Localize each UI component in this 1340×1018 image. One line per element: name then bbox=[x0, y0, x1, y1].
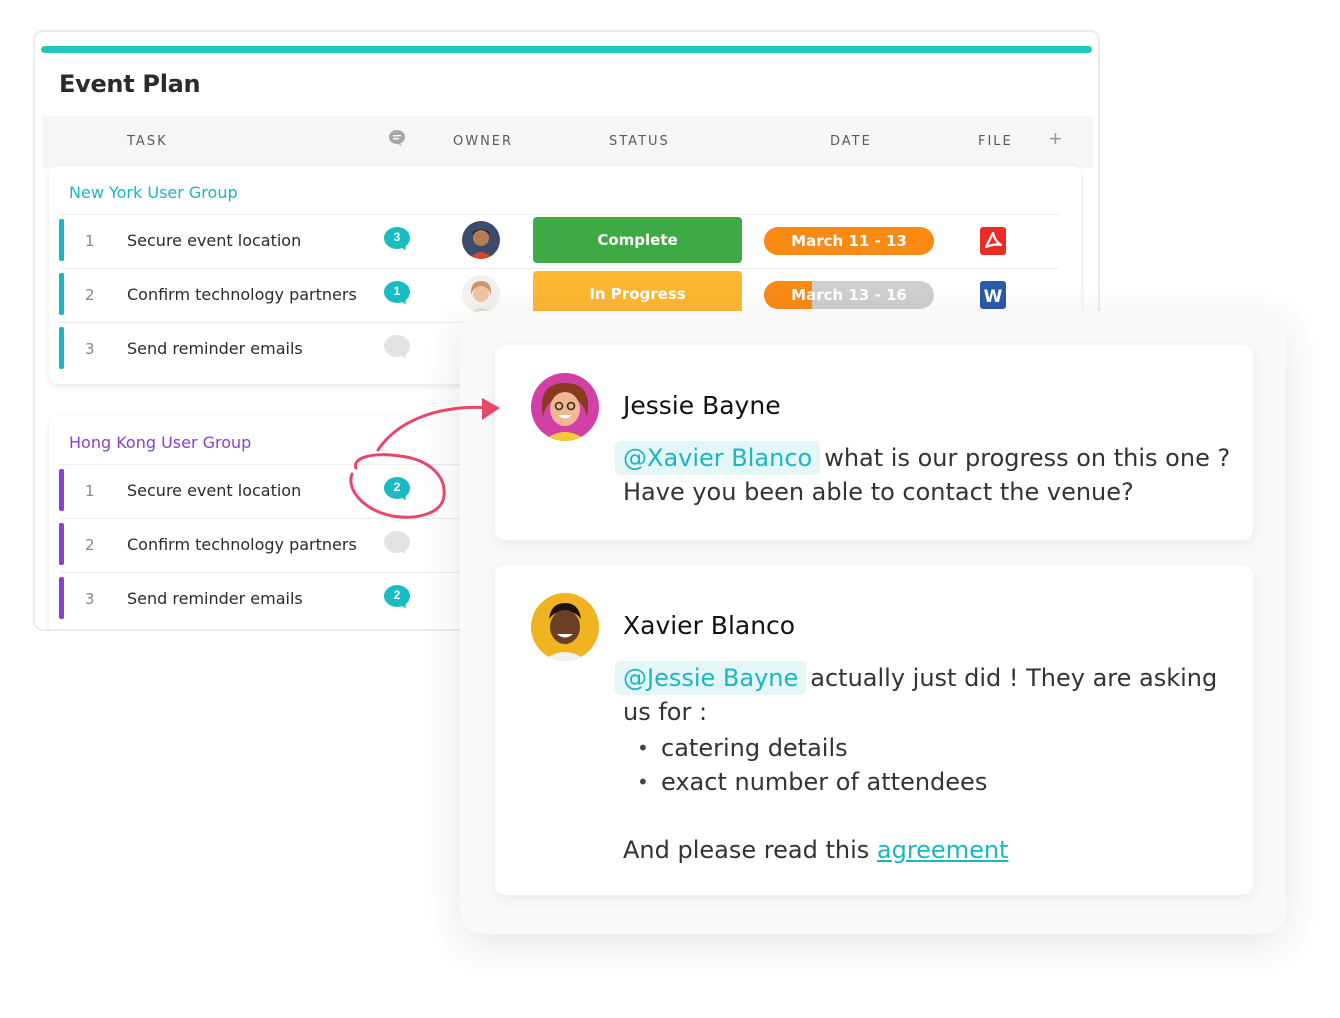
pdf-icon[interactable] bbox=[980, 227, 1006, 255]
comment-count: 1 bbox=[393, 284, 401, 298]
row-color-bar bbox=[59, 219, 64, 261]
list-item: catering details bbox=[637, 731, 1233, 765]
board-title: Event Plan bbox=[59, 70, 201, 98]
table-row[interactable]: 1 Secure event location 3 Complete March… bbox=[59, 214, 1059, 266]
status-badge[interactable]: Complete bbox=[533, 217, 742, 263]
column-owner[interactable]: OWNER bbox=[453, 134, 513, 149]
column-task[interactable]: TASK bbox=[127, 134, 168, 149]
list-item: exact number of attendees bbox=[637, 765, 1233, 799]
date-range-pill[interactable]: March 13 - 16 bbox=[764, 281, 934, 309]
task-name[interactable]: Confirm technology partners bbox=[127, 285, 357, 304]
author-avatar[interactable] bbox=[531, 593, 599, 661]
column-header-row: TASK OWNER STATUS DATE FILE + bbox=[42, 116, 1093, 168]
comment-count-icon[interactable]: 3 bbox=[384, 227, 410, 253]
row-number: 1 bbox=[85, 232, 95, 250]
closing-text: And please read this bbox=[623, 836, 870, 864]
comment-card: Jessie Bayne @Xavier Blanco what is our p… bbox=[495, 345, 1253, 540]
comment-column-icon bbox=[389, 130, 405, 146]
comment-body: @Xavier Blanco what is our progress on th… bbox=[615, 441, 1233, 509]
row-color-bar bbox=[59, 327, 64, 369]
task-name[interactable]: Secure event location bbox=[127, 481, 301, 500]
date-range-label: March 13 - 16 bbox=[791, 286, 907, 304]
date-range-pill[interactable]: March 11 - 13 bbox=[764, 227, 934, 255]
comment-count: 2 bbox=[393, 480, 401, 494]
task-name[interactable]: Secure event location bbox=[127, 231, 301, 250]
comment-count: 2 bbox=[393, 588, 401, 602]
svg-text:W: W bbox=[984, 287, 1003, 307]
comment-empty-icon[interactable] bbox=[384, 335, 410, 361]
row-color-bar bbox=[59, 273, 64, 315]
comment-count-icon[interactable]: 1 bbox=[384, 281, 410, 307]
mention-tag[interactable]: @Jessie Bayne bbox=[615, 661, 807, 695]
date-range-label: March 11 - 13 bbox=[791, 232, 907, 250]
comment-thread-panel: Jessie Bayne @Xavier Blanco what is our p… bbox=[460, 311, 1286, 934]
board-accent-bar bbox=[41, 46, 1092, 53]
comment-empty-icon[interactable] bbox=[384, 531, 410, 557]
row-number: 1 bbox=[85, 482, 95, 500]
task-name[interactable]: Send reminder emails bbox=[127, 339, 303, 358]
row-color-bar bbox=[59, 577, 64, 619]
row-number: 2 bbox=[85, 536, 95, 554]
owner-avatar[interactable] bbox=[462, 221, 500, 259]
comment-body: @Jessie Bayne actually just did ! They ar… bbox=[615, 661, 1233, 867]
group-title: Hong Kong User Group bbox=[69, 433, 252, 452]
bullet-list: catering details exact number of attende… bbox=[637, 731, 1233, 799]
row-number: 3 bbox=[85, 340, 95, 358]
task-name[interactable]: Send reminder emails bbox=[127, 589, 303, 608]
comment-author: Jessie Bayne bbox=[623, 391, 781, 420]
comment-count: 3 bbox=[393, 230, 401, 244]
author-avatar[interactable] bbox=[531, 373, 599, 441]
column-file[interactable]: FILE bbox=[978, 134, 1013, 149]
group-title: New York User Group bbox=[69, 183, 238, 202]
add-column-plus-icon[interactable]: + bbox=[1049, 126, 1062, 152]
comment-count-icon[interactable]: 2 bbox=[384, 477, 410, 503]
comment-card: Xavier Blanco @Jessie Bayne actually just… bbox=[495, 565, 1253, 895]
column-status[interactable]: STATUS bbox=[609, 134, 670, 149]
mention-tag[interactable]: @Xavier Blanco bbox=[615, 441, 821, 475]
row-number: 2 bbox=[85, 286, 95, 304]
comment-author: Xavier Blanco bbox=[623, 611, 796, 640]
row-color-bar bbox=[59, 523, 64, 565]
agreement-link[interactable]: agreement bbox=[877, 836, 1009, 864]
task-name[interactable]: Confirm technology partners bbox=[127, 535, 357, 554]
owner-avatar[interactable] bbox=[462, 275, 500, 313]
row-color-bar bbox=[59, 469, 64, 511]
word-icon[interactable]: W bbox=[980, 281, 1006, 309]
comment-closing: And please read this agreement bbox=[623, 833, 1233, 867]
column-date[interactable]: DATE bbox=[830, 134, 872, 149]
comment-count-icon[interactable]: 2 bbox=[384, 585, 410, 611]
row-number: 3 bbox=[85, 590, 95, 608]
